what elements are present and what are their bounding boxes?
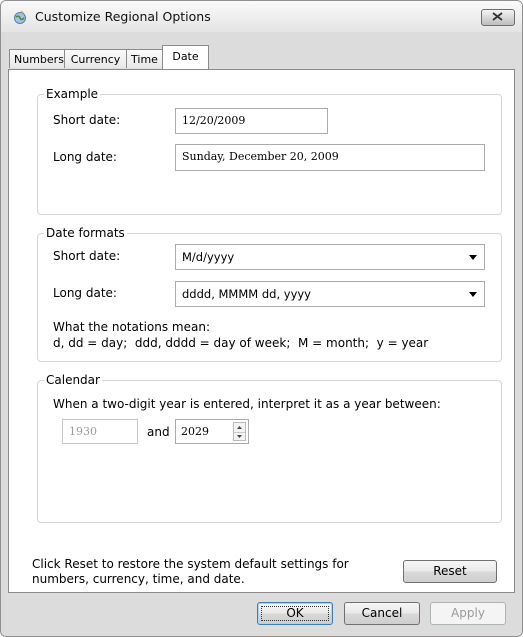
format-long-date-label: Long date:	[53, 286, 117, 300]
notation-title: What the notations mean:	[53, 320, 210, 334]
two-digit-year-instruction: When a two-digit year is entered, interp…	[53, 397, 441, 411]
close-button[interactable]	[481, 9, 515, 26]
short-date-format-value: M/d/yyyy	[182, 250, 235, 264]
tab-numbers[interactable]: Numbers	[9, 49, 65, 68]
example-long-date-label: Long date:	[53, 150, 117, 164]
reset-button[interactable]: Reset	[403, 560, 497, 583]
chevron-down-icon	[469, 255, 477, 260]
example-short-date-label: Short date:	[53, 113, 121, 127]
notation-text: d, dd = day; ddd, dddd = day of week; M …	[53, 336, 429, 350]
dialog-window: Customize Regional Options Numbers Curre…	[0, 0, 523, 637]
tab-date[interactable]: Date	[162, 45, 209, 69]
apply-button[interactable]: Apply	[430, 602, 506, 625]
tab-time[interactable]: Time	[126, 49, 163, 68]
from-year-field: 1930	[62, 419, 138, 444]
example-long-date-value: Sunday, December 20, 2009	[175, 144, 485, 171]
and-label: and	[147, 425, 170, 439]
to-year-spinner[interactable]: 2029	[175, 419, 249, 444]
cancel-button[interactable]: Cancel	[344, 602, 420, 625]
date-tab-panel: Example Short date: 12/20/2009 Long date…	[8, 69, 515, 593]
arrow-up-icon	[237, 426, 242, 429]
chevron-down-icon	[469, 292, 477, 297]
spin-down-button[interactable]	[234, 432, 245, 441]
reset-description: Click Reset to restore the system defaul…	[32, 557, 349, 586]
to-year-value: 2029	[181, 425, 209, 438]
year-spin-buttons	[233, 422, 246, 441]
arrow-down-icon	[237, 435, 242, 438]
example-short-date-value: 12/20/2009	[175, 108, 328, 134]
example-legend: Example	[44, 87, 101, 102]
date-formats-legend: Date formats	[44, 226, 127, 241]
focus-rectangle	[261, 606, 329, 621]
window-title: Customize Regional Options	[35, 9, 211, 24]
title-bar[interactable]: Customize Regional Options	[1, 1, 522, 32]
long-date-format-dropdown[interactable]: dddd, MMMM dd, yyyy	[175, 281, 485, 307]
long-date-format-value: dddd, MMMM dd, yyyy	[182, 287, 311, 301]
close-icon	[492, 12, 503, 21]
tab-currency[interactable]: Currency	[64, 49, 127, 68]
short-date-format-dropdown[interactable]: M/d/yyyy	[175, 244, 485, 270]
calendar-legend: Calendar	[44, 373, 102, 388]
ok-button[interactable]: OK	[257, 602, 333, 625]
regional-options-icon	[12, 9, 28, 25]
format-short-date-label: Short date:	[53, 249, 121, 263]
